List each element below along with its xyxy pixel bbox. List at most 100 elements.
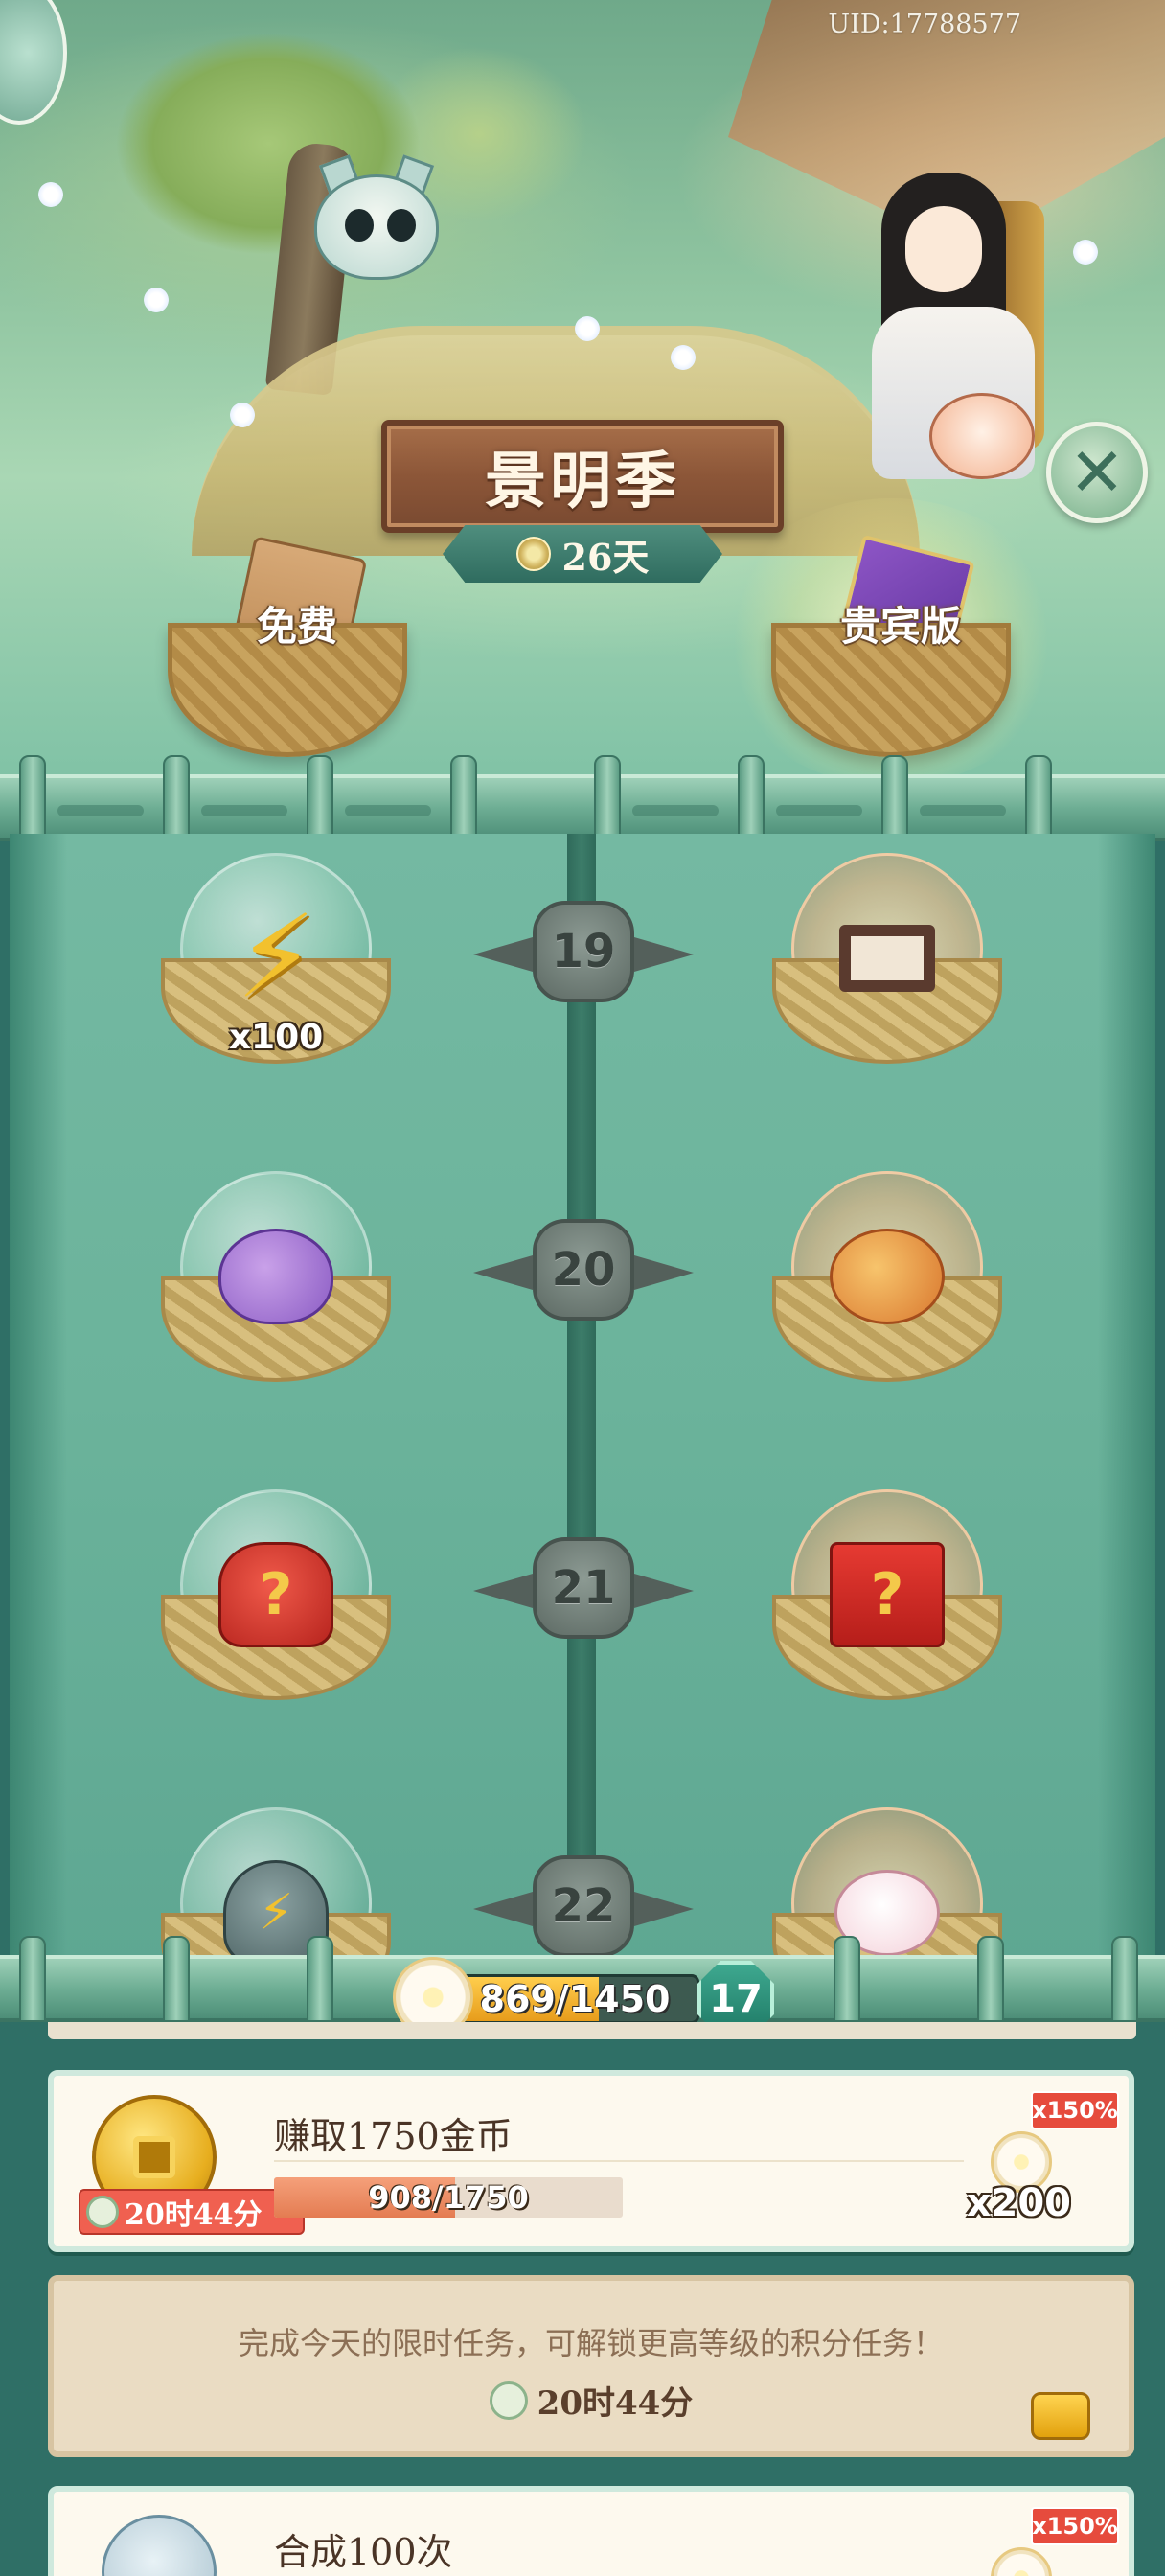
level-number: 20 [551,1243,616,1297]
level-badge: 21 [533,1537,634,1639]
free-tier-label: 免费 [256,603,337,650]
profile-avatar-button[interactable] [0,0,67,125]
arrow-right-icon [634,1574,694,1608]
vip-reward-slot[interactable] [772,1807,1002,1965]
reward-quantity: x100 [228,1018,324,1057]
fence-slot [201,805,287,816]
season-progress-bar: 869/1450 [450,1974,699,2024]
reward-track[interactable]: ⚡ x100 19 20 ? 21 ? ⚡ 22 [10,834,1155,1965]
progress-text: 869/1450 [479,1978,671,2020]
user-id-label: UID:17788577 [828,10,1021,39]
gold-chest-icon[interactable] [1031,2392,1090,2440]
fence-post [1025,755,1052,841]
vip-reward-slot[interactable]: ? [772,1489,1002,1719]
task-card[interactable]: 20时44分 赚取1750金币 908/1750 x150% x200 [48,2070,1134,2252]
fence-slot [632,805,719,816]
level-badge: 19 [533,901,634,1002]
fence-slot [345,805,431,816]
fence-post [594,755,621,841]
fence-post [163,1936,190,2022]
fence-slot [57,805,144,816]
fence-post [19,1936,46,2022]
arrow-right-icon [634,1255,694,1290]
task-progress-text: 908/1750 [368,2179,529,2216]
free-reward-slot[interactable] [161,1171,391,1401]
level-number: 21 [551,1561,616,1615]
vip-tier-header[interactable]: 贵宾版 [719,498,1063,786]
free-reward-slot[interactable]: ⚡ x100 [161,853,391,1083]
task-title: 合成100次 [274,2531,453,2573]
level-node: 20 [473,1219,694,1324]
mystery-gift-box-icon: ? [830,1537,945,1652]
fence-post [450,755,477,841]
fence-post [19,755,46,841]
season-title-plaque: 景明季 [381,420,784,533]
task-list-top-edge [48,2022,1136,2039]
blossom-decoration [575,316,600,341]
task-title: 赚取1750金币 [274,2115,513,2157]
cat-head [314,174,439,280]
fence-post [834,1936,860,2022]
red-panda-pet [929,393,1035,479]
season-header-scene: UID:17788577 ✕ 景明季 26天 免费 贵宾版 [0,0,1165,795]
reward-row-level-20: 20 [10,1162,1155,1480]
clock-icon [86,2196,119,2228]
free-reward-slot[interactable]: ? [161,1489,391,1719]
fence-slot [920,805,1006,816]
fence-post [163,755,190,841]
level-node: 21 [473,1537,694,1643]
level-number: 19 [551,925,616,978]
level-node: 22 [473,1855,694,1961]
free-tier-header: 免费 [163,536,412,757]
level-badge: 20 [533,1219,634,1321]
leaf-clock-icon [515,537,551,571]
free-reward-slot[interactable]: ⚡ [161,1807,391,1965]
close-button[interactable]: ✕ [1046,422,1148,523]
top-fence-rail [0,755,1165,841]
fence-post [1111,1936,1138,2022]
fence-post [307,1936,333,2022]
cat-mascot [305,154,448,289]
arrow-left-icon [473,937,533,972]
fence-post [977,1936,1004,2022]
cat-eye [387,209,416,242]
clock-icon [489,2380,528,2420]
blossom-decoration [671,345,696,370]
blossom-decoration [230,402,255,427]
arrow-left-icon [473,1892,533,1926]
close-icon: ✕ [1068,433,1126,512]
reward-row-level-19: ⚡ x100 19 [10,843,1155,1162]
task-timer-badge: 20时44分 [79,2189,305,2235]
vip-reward-slot[interactable] [772,1171,1002,1401]
mystery-red-bag-icon: ? [218,1537,333,1652]
cat-eye [345,209,374,242]
level-node: 19 [473,901,694,1006]
fence-slot [776,805,862,816]
locked-task-card: 完成今天的限时任务，可解锁更高等级的积分任务！ 20时44分 [48,2275,1134,2457]
reward-row-level-21: ? 21 ? [10,1480,1155,1798]
bonus-badge: x150% [1031,2091,1119,2129]
task-progress-bar: 908/1750 [274,2177,623,2218]
season-countdown: 26天 [443,525,722,583]
divider [274,2160,964,2162]
arrow-left-icon [473,1255,533,1290]
vip-reward-slot[interactable] [772,853,1002,1083]
locked-timer: 20时44分 [54,2377,1129,2424]
vip-tier-label: 贵宾版 [839,603,961,650]
arrow-right-icon [634,1892,694,1926]
task-card[interactable]: 合成100次 x150% [48,2486,1134,2576]
level-badge: 22 [533,1855,634,1957]
fence-post [307,755,333,841]
fence-post [738,755,765,841]
task-reward-quantity: x200 [966,2181,1071,2225]
fence-post [881,755,908,841]
stamina-bolt-icon: ⚡ [235,891,317,1024]
blossom-decoration [144,288,169,312]
blossom-decoration [1073,240,1098,264]
bonus-badge: x150% [1031,2507,1119,2545]
arrow-right-icon [634,937,694,972]
tofu-box-icon [830,901,945,1016]
blossom-point-icon [991,2547,1052,2576]
locked-message: 完成今天的限时任务，可解锁更高等级的积分任务！ [238,2325,944,2361]
arrow-left-icon [473,1574,533,1608]
